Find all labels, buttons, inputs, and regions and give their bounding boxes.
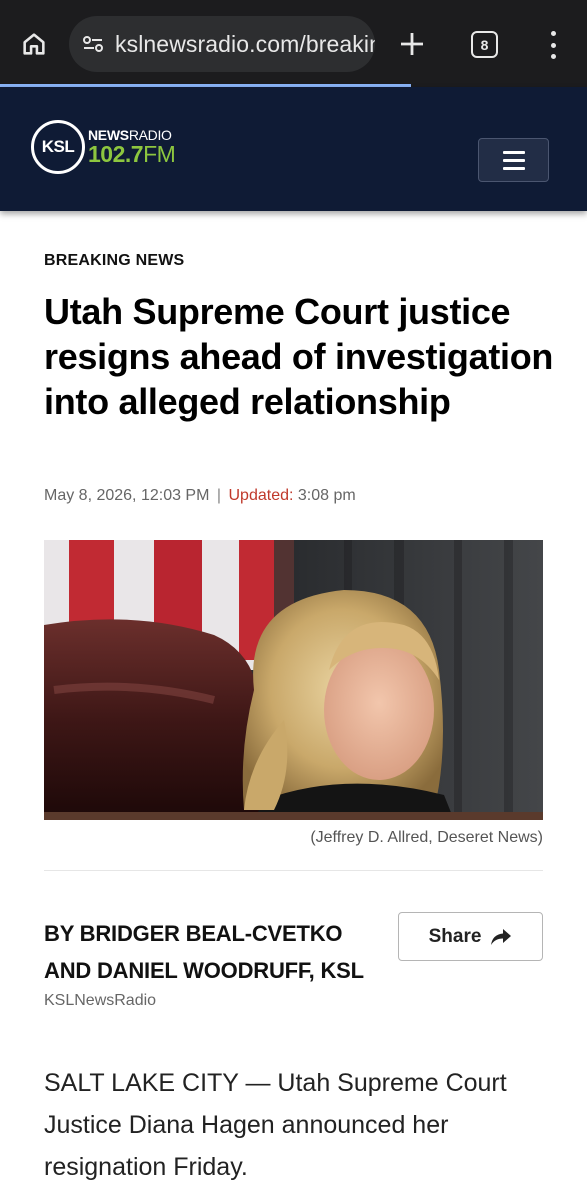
article-kicker[interactable]: BREAKING NEWS [44,252,184,270]
date-separator: | [216,487,222,504]
updated-time: 3:08 pm [297,487,356,504]
share-arrow-icon [491,928,512,945]
home-icon[interactable] [14,24,54,64]
publish-date: May 8, 2026, 12:03 PM [44,487,210,504]
article-byline: BY BRIDGER BEAL-CVETKO AND DANIEL WOODRU… [44,921,364,983]
plus-icon[interactable] [396,28,428,60]
photo-caption: (Jeffrey D. Allred, Deseret News) [310,829,543,846]
browser-toolbar: kslnewsradio.com/breaking-news/ 8 [0,0,587,86]
article-source: KSLNewsRadio [44,992,157,1009]
logo-tagline: NEWSRADIO [88,127,172,143]
updated-label: Updated: [228,487,294,504]
address-bar[interactable]: kslnewsradio.com/breaking-news/ [69,16,375,72]
hamburger-menu-icon[interactable] [478,138,549,182]
url-text[interactable]: kslnewsradio.com/breaking-news/ [115,31,375,58]
article-headline: Utah Supreme Court justice resigns ahead… [44,291,554,422]
site-logo[interactable]: KSL NEWSRADIO 102.7FM [31,117,176,177]
article-photo[interactable] [44,540,543,820]
logo-frequency: 102.7FM [88,141,176,167]
site-header: KSL NEWSRADIO 102.7FM [0,87,587,211]
share-label: Share [428,925,482,947]
article-dateline: May 8, 2026, 12:03 PM | Updated: 3:08 pm [44,487,356,505]
share-button[interactable]: Share [398,912,543,961]
divider [44,870,543,871]
site-settings-icon[interactable] [81,31,105,57]
more-vert-icon[interactable] [542,29,564,61]
article-lede: SALT LAKE CITY — Utah Supreme Court Just… [44,1069,507,1181]
logo-call-letters: KSL [31,120,85,174]
tab-switcher-button[interactable]: 8 [471,31,498,58]
